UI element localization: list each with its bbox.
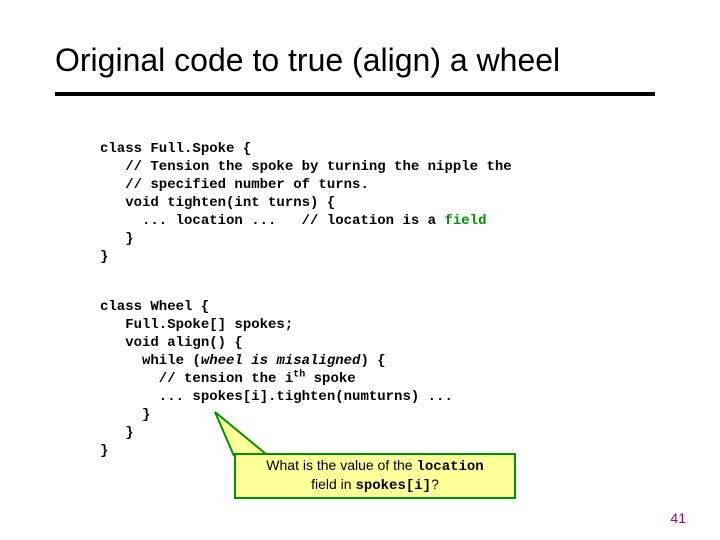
italic-span: wheel is misaligned <box>201 353 361 369</box>
slide-number: 41 <box>670 510 686 526</box>
code-line: // Tension the spoke by turning the nipp… <box>100 159 512 175</box>
title-underline <box>55 92 655 96</box>
callout-mono-location: location <box>416 459 483 475</box>
callout-mono-spokes: spokes[i] <box>355 478 431 494</box>
callout-tail-icon <box>211 408 281 458</box>
code-line: class Full.Spoke { <box>100 141 251 157</box>
code-line: ... location ... // location is a field <box>100 213 486 229</box>
code-line: } <box>100 249 108 265</box>
code-line: void tighten(int turns) { <box>100 195 335 211</box>
callout-box: What is the value of the location field … <box>234 453 516 499</box>
code-line: void align() { <box>100 335 243 351</box>
code-line: class Wheel { <box>100 299 209 315</box>
sup-th: th <box>293 369 305 380</box>
page-title: Original code to true (align) a wheel <box>55 42 560 79</box>
code-line: } <box>100 231 134 247</box>
code-line: while (wheel is misaligned) { <box>100 353 386 369</box>
callout-text: What is the value of the location field … <box>266 457 483 495</box>
code-line: } <box>100 425 134 441</box>
code-line: Full.Spoke[] spokes; <box>100 317 293 333</box>
code-block-fullspoke: class Full.Spoke { // Tension the spoke … <box>100 140 512 266</box>
code-line: ... spokes[i].tighten(numturns) ... <box>100 389 453 405</box>
code-line: // tension the ith spoke <box>100 371 356 387</box>
keyword-field: field <box>444 213 486 229</box>
code-line: // specified number of turns. <box>100 177 369 193</box>
code-line: } <box>100 443 108 459</box>
code-line: } <box>100 407 150 423</box>
